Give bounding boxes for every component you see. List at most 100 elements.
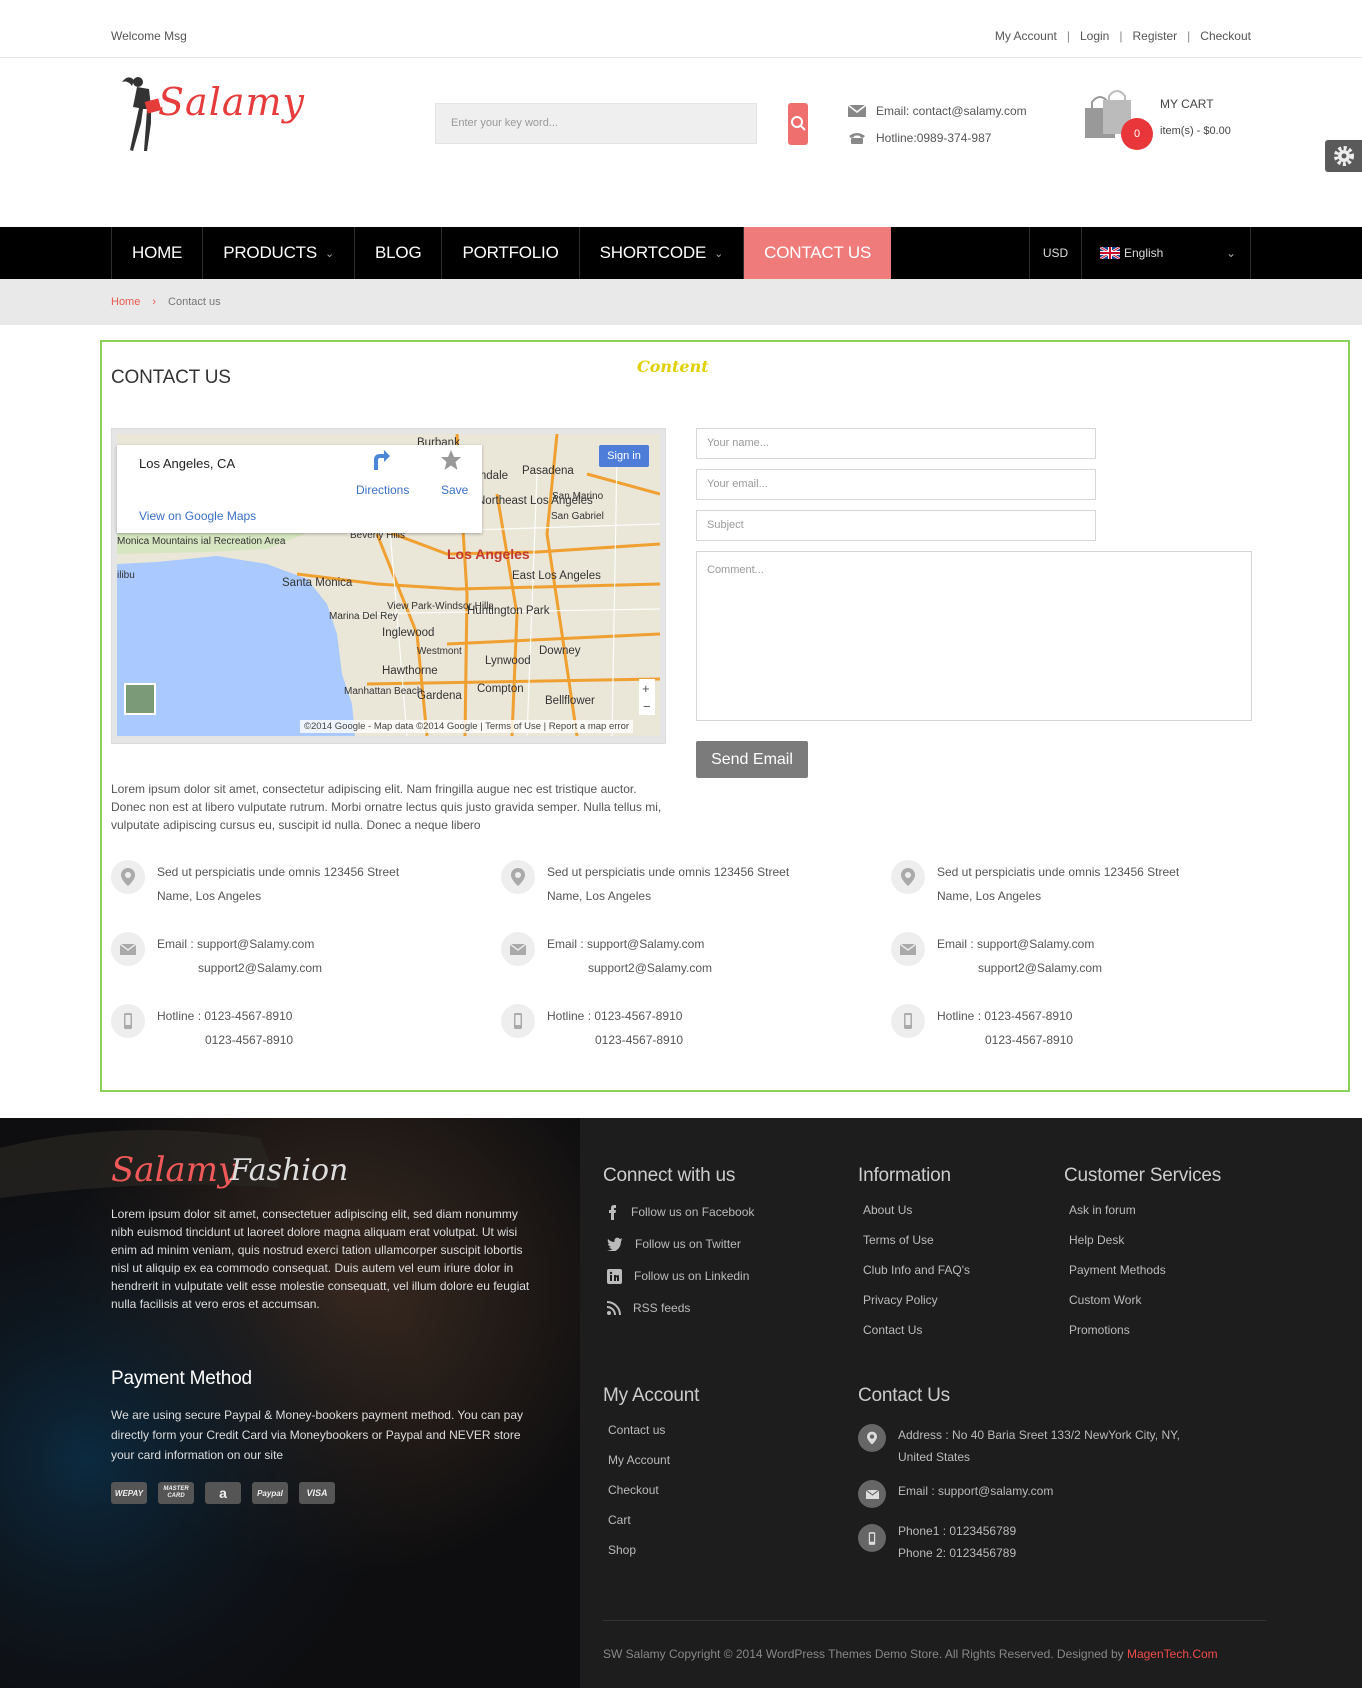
nav-contact-us-label: CONTACT US xyxy=(764,243,872,262)
view-on-google-maps-link[interactable]: View on Google Maps xyxy=(139,509,256,523)
designer-link[interactable]: MagenTech.Com xyxy=(1127,1647,1218,1661)
footer-divider xyxy=(603,1620,1266,1621)
contact-us-link[interactable]: Contact Us xyxy=(863,1315,970,1345)
breadcrumb-home[interactable]: Home xyxy=(111,296,140,308)
map-label: Inglewood xyxy=(382,627,434,639)
cart-items-total[interactable]: item(s) - $0.00 xyxy=(1160,125,1231,137)
currency-selector[interactable]: USD xyxy=(1029,227,1081,279)
ask-in-forum-link[interactable]: Ask in forum xyxy=(1069,1195,1166,1225)
social-links: Follow us on Facebook Follow us on Twitt… xyxy=(607,1196,754,1324)
satellite-toggle[interactable] xyxy=(124,683,156,715)
address-column: Sed ut perspiciatis unde omnis 123456 St… xyxy=(111,860,471,1060)
map-label: Downey xyxy=(539,645,581,657)
nav-home[interactable]: HOME xyxy=(111,227,202,279)
nav-blog-label: BLOG xyxy=(375,243,422,262)
footer-email-text: Email : support@salamy.com xyxy=(898,1484,1054,1498)
name-input[interactable]: Your name... xyxy=(696,428,1096,459)
envelope-icon xyxy=(501,932,535,966)
mobile-phone-icon xyxy=(891,1004,925,1038)
twitter-link[interactable]: Follow us on Twitter xyxy=(607,1228,754,1260)
nav-shortcode[interactable]: SHORTCODE ⌄ xyxy=(578,227,744,279)
payment-methods-link[interactable]: Payment Methods xyxy=(1069,1255,1166,1285)
search-button[interactable] xyxy=(788,103,808,145)
address-line: Sed ut perspiciatis unde omnis 123456 St… xyxy=(547,865,790,879)
login-link[interactable]: Login xyxy=(1080,29,1109,43)
header-contact-info: Email: contact@salamy.com Hotline:0989-3… xyxy=(848,102,1027,156)
linkedin-link[interactable]: Follow us on Linkedin xyxy=(607,1260,754,1292)
map-label: Pasadena xyxy=(522,465,574,477)
map-directions-link[interactable]: Directions xyxy=(356,483,409,497)
about-us-link[interactable]: About Us xyxy=(863,1195,970,1225)
rss-link[interactable]: RSS feeds xyxy=(607,1292,754,1324)
map-sign-in-button[interactable]: Sign in xyxy=(599,445,649,467)
envelope-icon xyxy=(858,1480,886,1508)
map-save-link[interactable]: Save xyxy=(441,483,468,497)
footer-cart-link[interactable]: Cart xyxy=(608,1505,670,1535)
copyright-text: SW Salamy Copyright © 2014 WordPress The… xyxy=(603,1647,1127,1661)
page-title: CONTACT US xyxy=(111,367,231,388)
register-link[interactable]: Register xyxy=(1132,29,1177,43)
subject-input[interactable]: Subject xyxy=(696,510,1096,541)
map-label: Santa Monica xyxy=(282,577,353,589)
map-label: Marina Del Rey xyxy=(329,611,398,622)
map-pin-icon xyxy=(501,860,535,894)
payment-method-text: We are using secure Paypal & Money-booke… xyxy=(111,1408,524,1462)
promotions-link[interactable]: Promotions xyxy=(1069,1315,1166,1345)
nav-products[interactable]: PRODUCTS ⌄ xyxy=(202,227,354,279)
settings-toggle[interactable] xyxy=(1325,140,1362,172)
map-label: Compton xyxy=(477,683,524,695)
footer-left-panel xyxy=(0,1118,580,1688)
map-label: Monica Mountains ial Recreation Area xyxy=(117,536,286,547)
map-pin-icon xyxy=(111,860,145,894)
hotline-line: Hotline : 0123-4567-8910 xyxy=(937,1009,1073,1023)
my-account-link[interactable]: My Account xyxy=(995,29,1057,43)
map-label: Westmont xyxy=(417,646,462,657)
visa-icon: VISA xyxy=(299,1482,335,1504)
address-line: Name, Los Angeles xyxy=(157,889,262,903)
nav-blog[interactable]: BLOG xyxy=(354,227,441,279)
footer-email: Email : support@salamy.com xyxy=(858,1480,1053,1508)
language-label: English xyxy=(1124,246,1164,260)
email-line: support2@Salamy.com xyxy=(978,961,1103,975)
send-email-button[interactable]: Send Email xyxy=(696,741,808,778)
nav-portfolio[interactable]: PORTFOLIO xyxy=(441,227,578,279)
nav-contact-us[interactable]: CONTACT US xyxy=(743,227,892,279)
comment-textarea[interactable]: Comment... xyxy=(696,551,1252,721)
phone-icon xyxy=(849,133,865,144)
footer-logo-subtitle: Fashion xyxy=(230,1153,349,1188)
logo-text[interactable]: Salamy xyxy=(158,80,305,124)
help-desk-link[interactable]: Help Desk xyxy=(1069,1225,1166,1255)
footer-contact-us-link[interactable]: Contact us xyxy=(608,1415,670,1445)
club-info-faq-link[interactable]: Club Info and FAQ's xyxy=(863,1255,970,1285)
privacy-policy-link[interactable]: Privacy Policy xyxy=(863,1285,970,1315)
welcome-message: Welcome Msg xyxy=(111,29,187,43)
facebook-link[interactable]: Follow us on Facebook xyxy=(607,1196,754,1228)
footer-my-account-link[interactable]: My Account xyxy=(608,1445,670,1475)
map-attribution: ©2014 Google - Map data ©2014 Google | T… xyxy=(300,720,634,733)
star-icon[interactable] xyxy=(440,449,462,471)
hotline-line: Hotline : 0123-4567-8910 xyxy=(547,1009,683,1023)
contact-description: Lorem ipsum dolor sit amet, consectetur … xyxy=(111,782,662,832)
chevron-right-icon: › xyxy=(152,296,157,308)
uk-flag-icon xyxy=(1100,247,1120,259)
footer-shop-link[interactable]: Shop xyxy=(608,1535,670,1565)
language-selector[interactable]: English ⌄ xyxy=(1081,227,1251,279)
mobile-phone-icon xyxy=(501,1004,535,1038)
directions-icon[interactable] xyxy=(370,450,390,472)
map-label: Hawthorne xyxy=(382,665,438,677)
footer-checkout-link[interactable]: Checkout xyxy=(608,1475,670,1505)
custom-work-link[interactable]: Custom Work xyxy=(1069,1285,1166,1315)
search-input[interactable]: Enter your key word... xyxy=(435,103,757,144)
cart-label[interactable]: MY CART xyxy=(1160,97,1214,111)
checkout-link[interactable]: Checkout xyxy=(1200,29,1251,43)
email-input[interactable]: Your email... xyxy=(696,469,1096,500)
email-line: Email : support@Salamy.com xyxy=(547,937,705,951)
envelope-icon xyxy=(848,105,866,117)
twitter-link-label: Follow us on Twitter xyxy=(635,1237,741,1251)
customer-services-links: Ask in forum Help Desk Payment Methods C… xyxy=(1069,1195,1166,1345)
breadcrumb: Home › Contact us xyxy=(111,296,221,308)
footer-phones: Phone1 : 0123456789 Phone 2: 0123456789 xyxy=(858,1520,1016,1564)
footer-contact-title: Contact Us xyxy=(858,1385,950,1406)
footer-phone-line: Phone 2: 0123456789 xyxy=(898,1546,1017,1560)
terms-of-use-link[interactable]: Terms of Use xyxy=(863,1225,970,1255)
